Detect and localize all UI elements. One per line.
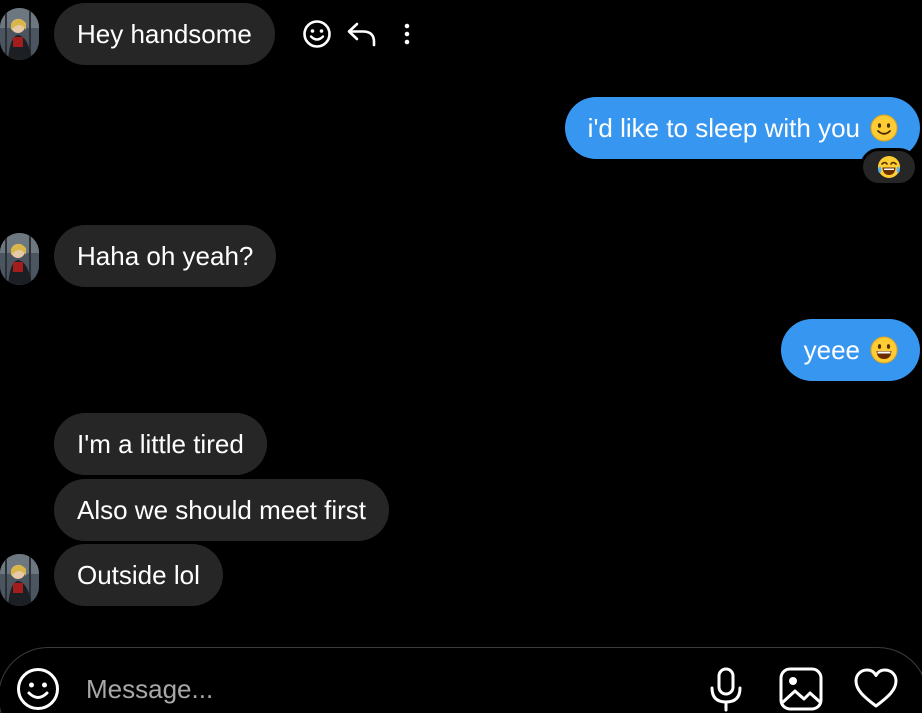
message-bubble-incoming[interactable]: Also we should meet first [54, 479, 390, 541]
message-bubble-incoming[interactable]: Hey handsome [54, 3, 275, 65]
face-with-tears-of-joy-icon [878, 156, 900, 178]
message-text: yeee [803, 334, 860, 365]
avatar-photo-icon [0, 8, 39, 60]
message-text: Also we should meet first [77, 494, 367, 525]
reply-icon[interactable] [345, 17, 379, 51]
grinning-face-icon [870, 336, 898, 364]
message-text: Hey handsome [77, 18, 252, 49]
microphone-icon[interactable] [703, 666, 749, 712]
more-options-icon[interactable] [390, 17, 424, 51]
message-bubble-outgoing[interactable]: yeee [780, 319, 920, 381]
sender-avatar[interactable] [0, 8, 39, 60]
avatar-photo-icon [0, 554, 39, 606]
slightly-smiling-face-icon [870, 114, 898, 142]
message-bubble-incoming[interactable]: Haha oh yeah? [54, 225, 277, 287]
message-text: Outside lol [77, 559, 200, 590]
sender-avatar[interactable] [0, 233, 39, 285]
image-icon[interactable] [778, 666, 824, 712]
avatar-photo-icon [0, 233, 39, 285]
message-text: i'd like to sleep with you [587, 112, 860, 143]
message-input[interactable] [86, 667, 646, 711]
react-icon[interactable] [300, 17, 334, 51]
sender-avatar[interactable] [0, 554, 39, 606]
emoji-icon[interactable] [15, 666, 61, 712]
message-text: I'm a little tired [77, 428, 244, 459]
chat-screen: Hey handsome i'd like to sleep with you [0, 0, 922, 713]
heart-icon[interactable] [853, 666, 899, 712]
message-bubble-outgoing[interactable]: i'd like to sleep with you [564, 97, 920, 159]
message-text: Haha oh yeah? [77, 240, 254, 271]
message-bubble-incoming[interactable]: I'm a little tired [54, 413, 267, 475]
message-reaction[interactable] [860, 148, 918, 186]
message-bubble-incoming[interactable]: Outside lol [54, 544, 223, 606]
